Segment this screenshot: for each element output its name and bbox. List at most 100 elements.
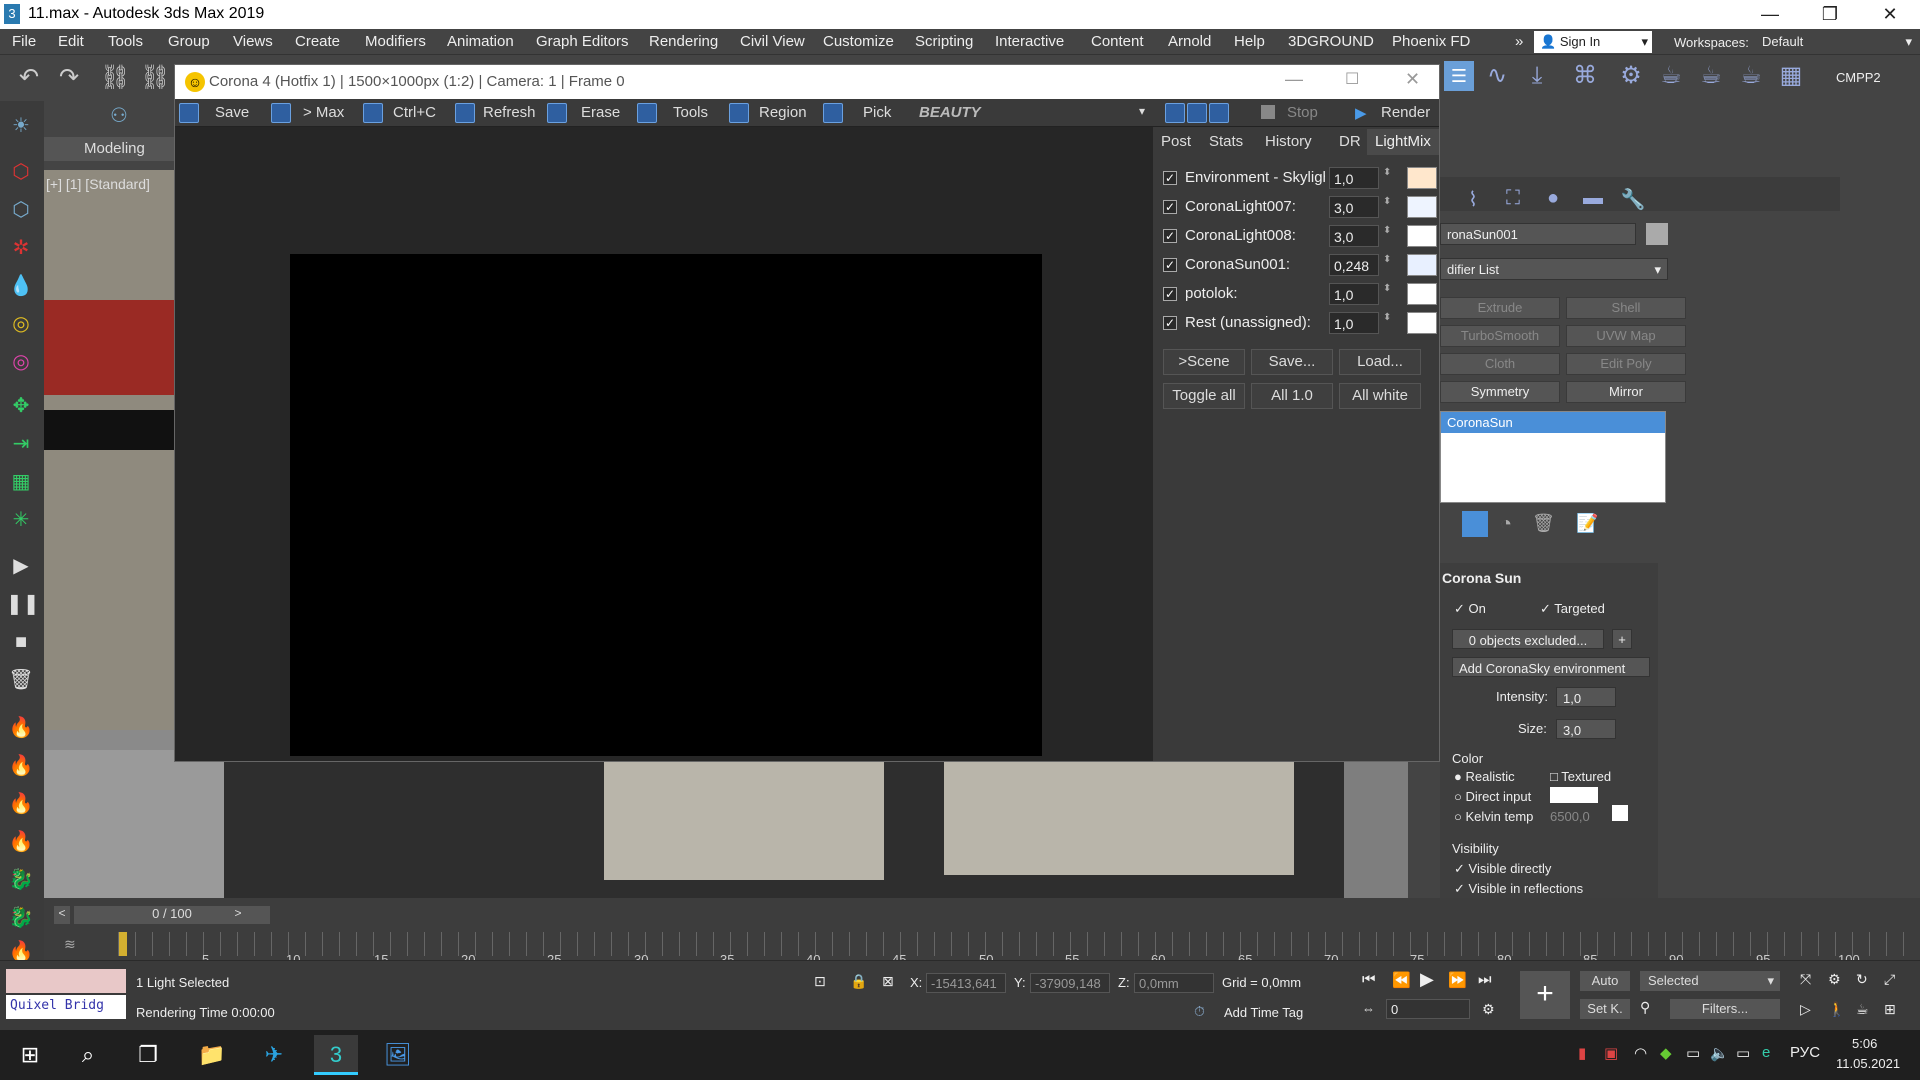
drop-icon[interactable]: 💧 xyxy=(6,271,36,301)
tab-modeling[interactable]: Modeling xyxy=(84,140,145,157)
redo-icon[interactable]: ↷ xyxy=(54,63,84,93)
tab-utilities-icon[interactable]: 🔧 xyxy=(1620,187,1646,211)
tab-modify-icon[interactable]: ⌇ xyxy=(1460,187,1486,211)
light-intensity-field[interactable]: 0,248 xyxy=(1329,254,1379,276)
file-explorer-icon[interactable]: 📁 xyxy=(190,1035,234,1075)
light-intensity-field[interactable]: 3,0 xyxy=(1329,225,1379,247)
input-language[interactable]: РУС xyxy=(1790,1044,1820,1061)
plus-button[interactable]: + xyxy=(1612,629,1632,649)
burst-icon[interactable]: ✳ xyxy=(6,505,36,535)
next-key-icon[interactable]: ⏩ xyxy=(1448,971,1467,989)
tab-post[interactable]: Post xyxy=(1153,129,1199,155)
light-color-swatch[interactable] xyxy=(1407,312,1437,334)
grid-green-icon[interactable]: ▦ xyxy=(6,467,36,497)
symmetry-button[interactable]: Symmetry xyxy=(1440,381,1560,403)
menu-file[interactable]: File xyxy=(12,33,36,50)
nvidia-icon[interactable]: ◆ xyxy=(1660,1044,1672,1062)
spinner-icon[interactable]: ⬍ xyxy=(1383,167,1391,178)
tab-stats[interactable]: Stats xyxy=(1201,129,1251,155)
show-result-icon[interactable]: ◔ xyxy=(1500,513,1512,536)
object-name-field[interactable]: ronaSun001 xyxy=(1440,223,1636,245)
tab-display-icon[interactable]: ▬ xyxy=(1580,187,1606,211)
menu-arnold[interactable]: Arnold xyxy=(1168,33,1211,50)
menu-scripting[interactable]: Scripting xyxy=(915,33,973,50)
modifier-list-dropdown[interactable]: difier List ▾ xyxy=(1440,258,1668,280)
rendered-frame-icon[interactable]: ☕ xyxy=(1656,61,1686,91)
tab-lightmix[interactable]: LightMix xyxy=(1367,129,1439,155)
light-checkbox[interactable]: ✓ xyxy=(1163,316,1177,330)
menu-civil-view[interactable]: Civil View xyxy=(740,33,805,50)
render-image[interactable] xyxy=(290,254,1042,756)
tray-pdf-icon[interactable]: ▮ xyxy=(1578,1044,1586,1062)
clock-date[interactable]: 11.05.2021 xyxy=(1836,1056,1900,1071)
to-max-button[interactable]: > Max xyxy=(303,104,344,121)
more-chevron-icon[interactable]: » xyxy=(1515,33,1523,50)
scene-button[interactable]: >Scene xyxy=(1163,349,1245,375)
all-1-button[interactable]: All 1.0 xyxy=(1251,383,1333,409)
move-icon[interactable]: ✥ xyxy=(6,391,36,421)
tools-icon[interactable] xyxy=(637,103,657,123)
all-white-button[interactable]: All white xyxy=(1339,383,1421,409)
menu-content[interactable]: Content xyxy=(1091,33,1144,50)
light-intensity-field[interactable]: 1,0 xyxy=(1329,283,1379,305)
prev-key-icon[interactable]: ⏪ xyxy=(1392,971,1411,989)
trash-icon[interactable]: 🗑 xyxy=(6,665,36,695)
refresh-button[interactable]: Refresh xyxy=(483,104,536,121)
extrude-button[interactable]: Extrude xyxy=(1440,297,1560,319)
refresh-icon[interactable] xyxy=(455,103,475,123)
zoom-out-icon[interactable] xyxy=(1187,103,1207,123)
telegram-icon[interactable]: ✈ xyxy=(252,1035,296,1075)
menu-create[interactable]: Create xyxy=(295,33,340,50)
close-icon[interactable]: ✕ xyxy=(1860,0,1920,29)
visible-reflections-checkbox[interactable]: ✓ Visible in reflections xyxy=(1454,881,1583,897)
command-panel-toggle-icon[interactable]: ☰ xyxy=(1444,61,1474,91)
fire-3-icon[interactable]: 🔥 xyxy=(6,789,36,819)
configure-modifier-icon[interactable]: 📝 xyxy=(1576,513,1598,534)
menu-group[interactable]: Group xyxy=(168,33,210,50)
sign-in-dropdown[interactable]: 👤 Sign In ▾ xyxy=(1534,31,1652,53)
render-button[interactable]: Render xyxy=(1381,104,1430,121)
tab-dr[interactable]: DR xyxy=(1331,129,1369,155)
zoom-in-icon[interactable] xyxy=(1165,103,1185,123)
erase-button[interactable]: Erase xyxy=(581,104,620,121)
dragon-2-icon[interactable]: 🐉 xyxy=(6,903,36,933)
add-coronasky-button[interactable]: Add CoronaSky environment xyxy=(1452,657,1650,677)
light-intensity-field[interactable]: 1,0 xyxy=(1329,167,1379,189)
stop-icon[interactable]: ■ xyxy=(6,627,36,657)
zoom-all-icon[interactable]: ⚙ xyxy=(1828,971,1841,988)
save-button[interactable]: Save xyxy=(215,104,249,121)
render-setup-icon[interactable]: ⚙ xyxy=(1616,61,1646,91)
stop-icon[interactable] xyxy=(1261,105,1275,119)
viewport-label[interactable]: [+] [1] [Standard] xyxy=(46,176,150,192)
fire-icon[interactable]: 🔥 xyxy=(6,713,36,743)
ring-icon[interactable]: ◎ xyxy=(6,309,36,339)
visible-directly-checkbox[interactable]: ✓ Visible directly xyxy=(1454,861,1551,877)
toggle-all-button[interactable]: Toggle all xyxy=(1163,383,1245,409)
edit-poly-button[interactable]: Edit Poly xyxy=(1566,353,1686,375)
light-checkbox[interactable]: ✓ xyxy=(1163,171,1177,185)
time-marker[interactable] xyxy=(119,932,127,956)
shell-button[interactable]: Shell xyxy=(1566,297,1686,319)
menu-tools[interactable]: Tools xyxy=(108,33,143,50)
set-key-big-icon[interactable]: + xyxy=(1520,971,1570,1019)
tab-motion-icon[interactable]: ● xyxy=(1540,187,1566,211)
maxscript-listener[interactable] xyxy=(6,969,126,993)
dragon-icon[interactable]: 🐉 xyxy=(6,865,36,895)
turbosmooth-button[interactable]: TurboSmooth xyxy=(1440,325,1560,347)
lightmix-load-button[interactable]: Load... xyxy=(1339,349,1421,375)
skype-icon[interactable]: e xyxy=(1762,1044,1770,1061)
key-tangent-icon[interactable]: ⚲ xyxy=(1640,999,1650,1016)
light-color-swatch[interactable] xyxy=(1407,283,1437,305)
quixel-bridge-field[interactable]: Quixel Bridg xyxy=(6,995,126,1019)
region-icon[interactable] xyxy=(729,103,749,123)
pin-stack-icon[interactable] xyxy=(1462,511,1488,537)
render-area[interactable] xyxy=(175,127,1153,761)
search-icon[interactable]: ⌕ xyxy=(66,1035,110,1075)
menu-3dground[interactable]: 3DGROUND xyxy=(1288,33,1374,50)
min-max-toggle-icon[interactable]: ⊞ xyxy=(1884,1001,1896,1018)
rollout-title[interactable]: Corona Sun xyxy=(1442,570,1521,586)
add-time-tag[interactable]: Add Time Tag xyxy=(1224,1005,1303,1020)
cube-outline-icon[interactable]: ⬡ xyxy=(6,195,36,225)
realistic-radio[interactable]: ● Realistic xyxy=(1454,769,1515,784)
unlink-icon[interactable]: ⛓ xyxy=(140,63,170,93)
